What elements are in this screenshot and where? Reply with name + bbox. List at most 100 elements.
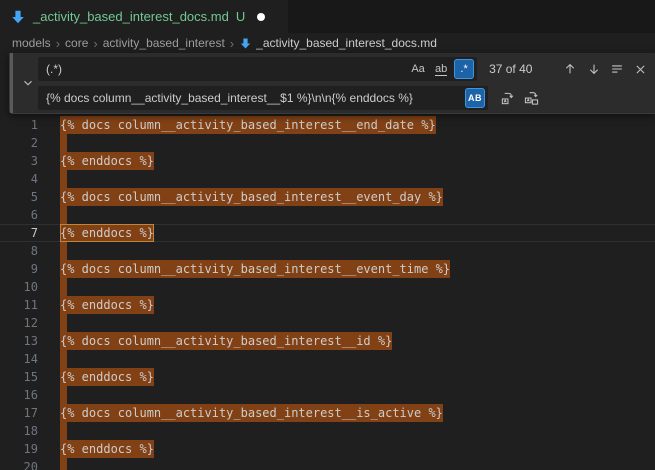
find-match-highlight (60, 170, 67, 188)
find-match-highlight: {% docs column__activity_based_interest_… (60, 404, 443, 422)
breadcrumb-item-core[interactable]: core (65, 36, 88, 50)
line-number: 20 (0, 458, 60, 470)
line-content (60, 170, 655, 188)
find-input[interactable]: (.*) Aa ab .* (38, 57, 477, 81)
line-content (60, 206, 655, 224)
code-line[interactable]: 16 (0, 386, 655, 404)
replace-row: {% docs column__activity_based_interest_… (38, 86, 651, 110)
line-content (60, 242, 655, 260)
replace-icon (500, 91, 515, 106)
modified-indicator-dot[interactable] (257, 13, 265, 21)
line-number: 12 (0, 314, 60, 332)
editor-lines: 1{% docs column__activity_based_interest… (0, 53, 655, 470)
find-widget-resize-sash[interactable] (10, 53, 13, 113)
code-line[interactable]: 18 (0, 422, 655, 440)
tab-filename: _activity_based_interest_docs.md (33, 9, 229, 24)
code-line[interactable]: 1{% docs column__activity_based_interest… (0, 116, 655, 134)
match-case-button[interactable]: Aa (408, 59, 428, 79)
code-line[interactable]: 20 (0, 458, 655, 470)
next-match-button[interactable] (584, 59, 604, 80)
chevron-down-icon (21, 76, 35, 90)
code-line[interactable]: 14 (0, 350, 655, 368)
code-line[interactable]: 19{% enddocs %} (0, 440, 655, 458)
code-line[interactable]: 15{% enddocs %} (0, 368, 655, 386)
breadcrumb-separator-icon: › (56, 36, 60, 51)
close-find-widget-button[interactable] (631, 59, 651, 80)
find-match-highlight (60, 206, 67, 224)
find-match-highlight (60, 314, 67, 332)
line-content: {% enddocs %} (60, 224, 655, 242)
line-number: 17 (0, 404, 60, 422)
find-match-highlight: {% enddocs %} (60, 152, 154, 170)
find-match-highlight: {% docs column__activity_based_interest_… (60, 332, 392, 350)
code-line[interactable]: 12 (0, 314, 655, 332)
find-results-count: 37 of 40 (489, 62, 547, 76)
replace-all-button[interactable] (521, 88, 542, 109)
code-line[interactable]: 13{% docs column__activity_based_interes… (0, 332, 655, 350)
replace-input[interactable]: {% docs column__activity_based_interest_… (38, 86, 488, 110)
whole-word-label: ab (435, 63, 447, 76)
find-match-highlight: {% enddocs %} (60, 440, 154, 458)
whole-word-button[interactable]: ab (431, 59, 451, 79)
line-number: 5 (0, 188, 60, 206)
code-line[interactable]: 6 (0, 206, 655, 224)
tab-activity-based-interest-docs[interactable]: _activity_based_interest_docs.md U (0, 0, 288, 33)
code-line[interactable]: 5{% docs column__activity_based_interest… (0, 188, 655, 206)
code-line[interactable]: 7{% enddocs %} (0, 224, 655, 242)
line-number: 19 (0, 440, 60, 458)
toggle-replace-button[interactable] (18, 53, 38, 113)
find-match-highlight: {% docs column__activity_based_interest_… (60, 188, 443, 206)
line-content: {% enddocs %} (60, 440, 655, 458)
replace-all-icon (524, 91, 539, 106)
line-number: 14 (0, 350, 60, 368)
line-content: {% docs column__activity_based_interest_… (60, 404, 655, 422)
code-line[interactable]: 3{% enddocs %} (0, 152, 655, 170)
editor-tab-bar: _activity_based_interest_docs.md U (0, 0, 655, 33)
preserve-case-button[interactable]: AB (465, 88, 485, 108)
replace-button[interactable] (497, 88, 518, 109)
find-match-highlight: {% docs column__activity_based_interest_… (60, 260, 450, 278)
breadcrumb-item-activity-based-interest[interactable]: activity_based_interest (103, 36, 225, 50)
line-number: 11 (0, 296, 60, 314)
line-number: 9 (0, 260, 60, 278)
line-number: 3 (0, 152, 60, 170)
breadcrumb-separator-icon: › (93, 36, 97, 51)
code-line[interactable]: 10 (0, 278, 655, 296)
find-row: (.*) Aa ab .* 37 of 40 (38, 57, 651, 81)
line-content (60, 314, 655, 332)
current-find-match: {% enddocs %} (60, 224, 154, 242)
preserve-case-label: AB (468, 93, 482, 103)
line-content: {% docs column__activity_based_interest_… (60, 116, 655, 134)
line-content: {% docs column__activity_based_interest_… (60, 260, 655, 278)
code-line[interactable]: 8 (0, 242, 655, 260)
code-line[interactable]: 9{% docs column__activity_based_interest… (0, 260, 655, 278)
arrow-up-icon (563, 62, 577, 76)
line-content: {% enddocs %} (60, 152, 655, 170)
close-icon (634, 63, 647, 76)
breadcrumb-item-models[interactable]: models (12, 36, 51, 50)
line-number: 1 (0, 116, 60, 134)
find-replace-widget: (.*) Aa ab .* 37 of 40 (9, 53, 655, 114)
line-content: {% enddocs %} (60, 368, 655, 386)
code-line[interactable]: 11{% enddocs %} (0, 296, 655, 314)
line-content: {% docs column__activity_based_interest_… (60, 188, 655, 206)
line-content (60, 458, 655, 470)
line-number: 10 (0, 278, 60, 296)
line-content (60, 386, 655, 404)
code-line[interactable]: 2 (0, 134, 655, 152)
regex-button[interactable]: .* (454, 59, 474, 79)
breadcrumb-separator-icon: › (230, 36, 234, 51)
find-match-highlight (60, 242, 67, 260)
line-number: 18 (0, 422, 60, 440)
previous-match-button[interactable] (560, 59, 580, 80)
code-line[interactable]: 4 (0, 170, 655, 188)
editor-pane[interactable]: 1{% docs column__activity_based_interest… (0, 53, 655, 470)
line-number: 6 (0, 206, 60, 224)
line-content: {% docs column__activity_based_interest_… (60, 332, 655, 350)
selection-lines-icon (610, 62, 624, 76)
find-match-highlight (60, 134, 67, 152)
line-number: 7 (0, 224, 60, 242)
breadcrumb-item-file[interactable]: _activity_based_interest_docs.md (239, 36, 437, 50)
code-line[interactable]: 17{% docs column__activity_based_interes… (0, 404, 655, 422)
find-in-selection-button[interactable] (607, 59, 627, 80)
